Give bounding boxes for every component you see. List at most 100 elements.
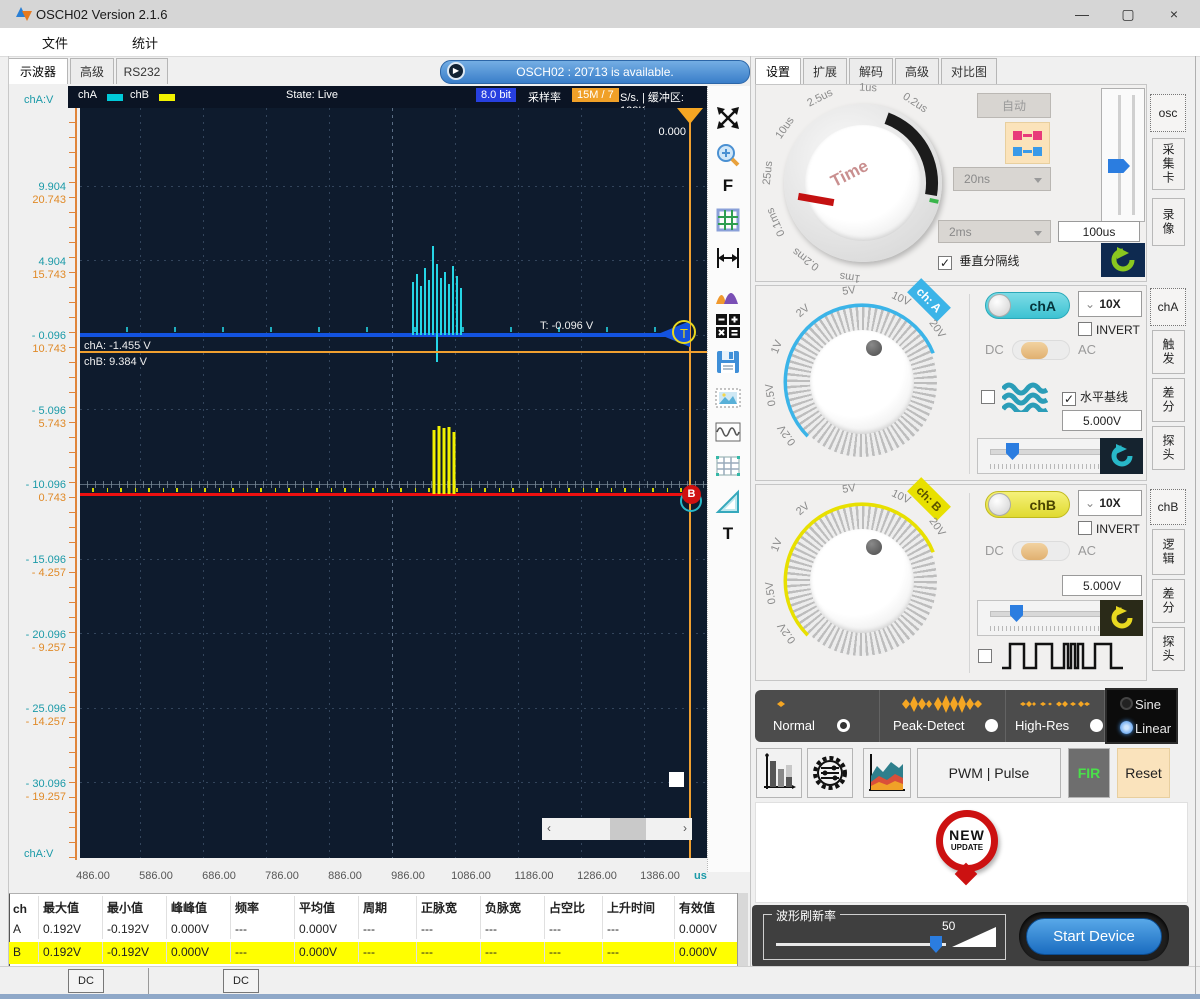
chB-probe-dropdown[interactable]: ⌄10X (1078, 490, 1142, 516)
right-tab-对比图[interactable]: 对比图 (941, 58, 997, 84)
mode-normal-radio[interactable] (837, 719, 850, 732)
side-tab-差分[interactable]: 差分 (1152, 579, 1185, 623)
side-tab-差分[interactable]: 差分 (1152, 378, 1185, 422)
side-tab-采集卡[interactable]: 采集卡 (1152, 138, 1185, 190)
timebase-slider-handle[interactable] (1108, 159, 1130, 173)
close-button[interactable]: × (1152, 0, 1196, 28)
side-tab-探头[interactable]: 探头 (1152, 426, 1185, 470)
chB-enable-toggle[interactable]: chB (985, 491, 1070, 518)
right-tab-解码[interactable]: 解码 (849, 58, 893, 84)
table-row-B[interactable]: B0.192V-0.192V0.000V---0.000V-----------… (8, 942, 738, 964)
side-tab-探头[interactable]: 探头 (1152, 627, 1185, 671)
table-header-cell[interactable]: 占空比 (544, 896, 602, 919)
time-position-marker[interactable] (677, 108, 703, 124)
chA-enable-toggle[interactable]: chA (985, 292, 1070, 319)
chA-offset-handle[interactable] (1006, 443, 1019, 460)
side-tab-逻辑[interactable]: 逻辑 (1152, 529, 1185, 575)
chA-reset-button[interactable] (1100, 438, 1143, 474)
reset-button[interactable]: Reset (1117, 748, 1170, 798)
pwm-pulse-button[interactable]: PWM | Pulse (917, 748, 1061, 798)
mode-high-res[interactable]: High-Res (1006, 690, 1105, 742)
time-reset-button[interactable] (1101, 243, 1145, 277)
minimize-button[interactable]: — (1060, 0, 1104, 28)
fft-icon[interactable]: F (714, 176, 742, 204)
main-tab-高级[interactable]: 高级 (70, 58, 114, 84)
timebase-slider[interactable] (1101, 88, 1145, 222)
table-header-cell[interactable]: 最小值 (102, 896, 166, 919)
chB-gain-knob[interactable] (787, 506, 937, 656)
chB-marker[interactable]: B (682, 485, 701, 504)
mode-peak-detect[interactable]: Peak-Detect (880, 690, 1006, 742)
expand-icon[interactable] (714, 104, 742, 132)
chB-digital-checkbox[interactable] (978, 649, 992, 664)
chA-level-value[interactable]: 5.000V (1062, 410, 1142, 431)
histogram-icon[interactable] (714, 280, 742, 308)
chA-gain-knob[interactable] (787, 307, 937, 457)
table-header-cell[interactable]: 正脉宽 (416, 896, 480, 919)
time-knob[interactable]: Time (784, 104, 942, 262)
side-tab-chA[interactable]: chA (1150, 288, 1186, 326)
side-tab-osc[interactable]: osc (1150, 94, 1186, 132)
chA-probe-dropdown[interactable]: ⌄10X (1078, 291, 1142, 317)
histogram-view-button[interactable] (756, 748, 802, 798)
side-tab-录像[interactable]: 录像 (1152, 198, 1185, 246)
waveform-icon[interactable] (714, 418, 742, 446)
chA-coupling-toggle[interactable] (1012, 340, 1070, 360)
scrollbar-thumb[interactable] (610, 818, 646, 840)
mode-normal[interactable]: Normal (755, 690, 880, 742)
table-header-cell[interactable]: 负脉宽 (480, 896, 544, 919)
menu-statistics[interactable]: 统计 (132, 33, 158, 52)
grid-icon[interactable] (714, 206, 742, 234)
start-device-button[interactable]: Start Device (1026, 918, 1162, 955)
play-icon[interactable]: ▶ (447, 62, 465, 80)
chB-reset-button[interactable] (1100, 600, 1143, 636)
auto-button[interactable]: 自动 (977, 93, 1051, 118)
table-icon[interactable] (714, 452, 742, 480)
chB-invert-checkbox[interactable]: INVERT (1078, 521, 1140, 536)
chB-coupling-toggle[interactable] (1012, 541, 1070, 561)
screenshot-icon[interactable] (714, 384, 742, 412)
refresh-slider-track[interactable] (776, 943, 946, 946)
linear-radio[interactable] (1120, 721, 1133, 734)
table-header-cell[interactable]: 上升时间 (602, 896, 674, 919)
save-icon[interactable] (714, 348, 742, 376)
timebase-dropdown[interactable]: 2ms (938, 220, 1051, 243)
scroll-left-icon[interactable]: ‹ (547, 821, 551, 835)
chB-level-value[interactable]: 5.000V (1062, 575, 1142, 596)
menu-file[interactable]: 文件 (42, 33, 68, 52)
settings-gear-button[interactable] (807, 748, 853, 798)
trigger-text-icon[interactable]: T (714, 524, 742, 552)
interpolation-box[interactable]: Sine Linear (1105, 688, 1178, 744)
right-tab-设置[interactable]: 设置 (755, 58, 801, 84)
table-header-cell[interactable]: 有效值 (674, 896, 732, 919)
chA-baseline-checkbox[interactable]: ✓水平基线 (1062, 388, 1128, 406)
chA-invert-checkbox[interactable]: INVERT (1078, 322, 1140, 337)
main-tab-RS232[interactable]: RS232 (116, 58, 168, 84)
chA-coupling-indicator[interactable]: DC (68, 969, 104, 993)
trigger-marker-t[interactable]: T (672, 320, 696, 344)
table-header-cell[interactable]: 频率 (230, 896, 294, 919)
ruler-icon[interactable] (714, 488, 742, 516)
right-tab-高级[interactable]: 高级 (895, 58, 939, 84)
refresh-slider-handle[interactable] (930, 936, 942, 953)
right-tab-扩展[interactable]: 扩展 (803, 58, 847, 84)
zoom-in-icon[interactable] (714, 142, 742, 170)
table-header-cell[interactable]: 周期 (358, 896, 416, 919)
mode-peak-radio[interactable] (985, 719, 998, 732)
table-header-cell[interactable]: ch (8, 899, 38, 919)
scroll-right-icon[interactable]: › (683, 821, 687, 835)
table-header-cell[interactable]: 平均值 (294, 896, 358, 919)
waveform-display[interactable]: chA: -1.455 V chB: 9.384 V T: -0.096 V 0… (80, 108, 707, 858)
chB-offset-handle[interactable] (1010, 605, 1023, 622)
vertical-divider-checkbox[interactable]: ✓ 垂直分隔线 (938, 252, 1019, 270)
area-chart-button[interactable] (863, 748, 911, 798)
horizontal-cursor-line[interactable] (80, 351, 707, 353)
chA-persistence-checkbox[interactable] (981, 390, 995, 405)
main-tab-示波器[interactable]: 示波器 (8, 58, 68, 84)
plot-scrollbar[interactable]: ‹ › (542, 818, 692, 840)
table-header-cell[interactable]: 峰峰值 (166, 896, 230, 919)
measure-width-icon[interactable] (714, 244, 742, 272)
maximize-button[interactable]: ▢ (1106, 0, 1150, 28)
display-layout-button[interactable] (1005, 122, 1050, 164)
side-tab-chB[interactable]: chB (1150, 489, 1186, 525)
